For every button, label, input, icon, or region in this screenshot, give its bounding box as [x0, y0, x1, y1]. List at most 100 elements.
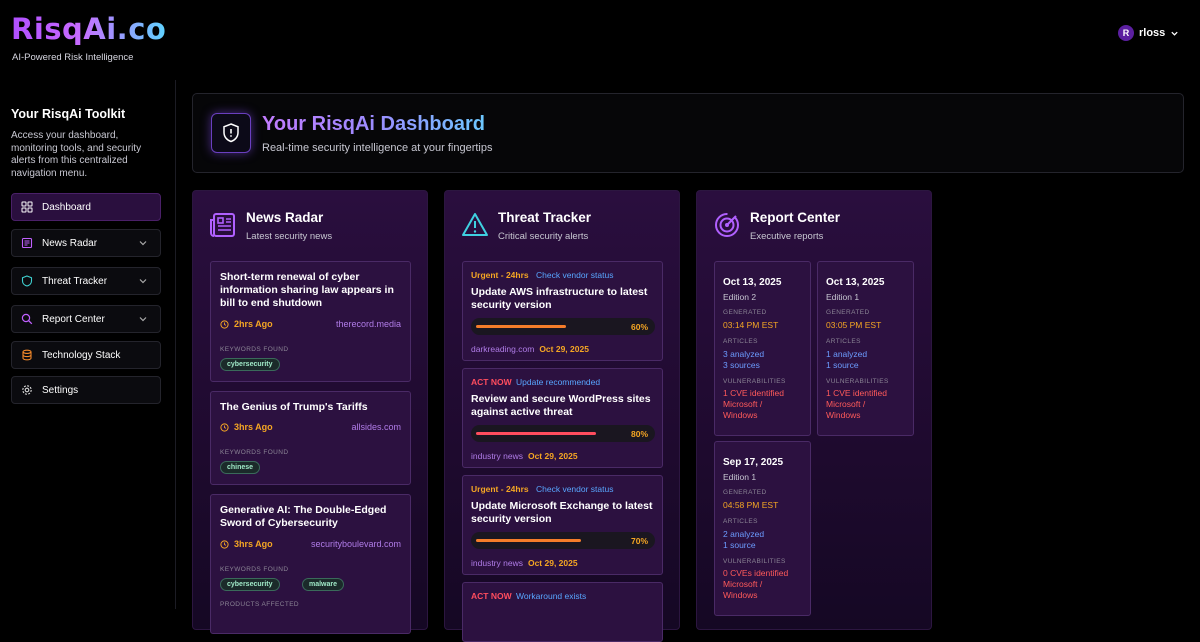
sidebar-item-technology-stack[interactable]: Technology Stack	[11, 341, 161, 369]
panel-title: News Radar	[246, 210, 324, 225]
chevron-down-icon	[1171, 31, 1178, 36]
report-card[interactable]: Sep 17, 2025 Edition 1 GENERATED 04:58 P…	[714, 441, 811, 616]
progress-fill	[476, 432, 596, 435]
action-link[interactable]: Update recommended	[516, 377, 600, 387]
chevron-down-icon[interactable]	[138, 276, 148, 286]
newspaper-icon	[210, 213, 235, 237]
articles-analyzed: 3 analyzed	[723, 349, 765, 359]
articles-analyzed: 1 analyzed	[826, 349, 868, 359]
logo[interactable]: RisqAi.co	[11, 12, 166, 46]
news-radar-panel: News Radar Latest security news Short-te…	[192, 190, 428, 634]
threat-card[interactable]: Urgent - 24hrs Check vendor status Updat…	[462, 261, 663, 361]
vulnerabilities-count: 1 CVE identified	[723, 388, 784, 398]
news-source[interactable]: allsides.com	[351, 422, 401, 432]
panel-title: Report Center	[750, 210, 841, 225]
threat-date: Oct 29, 2025	[539, 344, 589, 354]
chevron-down-icon[interactable]	[138, 314, 148, 324]
news-time: 3hrs Ago	[220, 422, 273, 432]
keyword-tag: chinese	[220, 461, 261, 474]
clock-icon	[220, 539, 229, 549]
generated-label: GENERATED	[723, 489, 767, 496]
chevron-down-icon[interactable]	[138, 238, 148, 248]
report-center-panel: Report Center Executive reports Oct 13, …	[696, 190, 932, 630]
report-card[interactable]: Oct 13, 2025 Edition 2 GENERATED 03:14 P…	[714, 261, 811, 436]
keyword-tag: malware	[302, 578, 345, 591]
affected-product: Windows	[723, 410, 758, 420]
risk-progress-bar: 60%	[471, 318, 655, 335]
sidebar-item-report-center[interactable]: Report Center	[11, 305, 161, 333]
risk-progress-bar: 70%	[471, 532, 655, 549]
sidebar-item-label: Threat Tracker	[42, 275, 108, 287]
threat-meta: industry news Oct 29, 2025	[471, 558, 578, 568]
threat-card[interactable]: Urgent - 24hrs Check vendor status Updat…	[462, 475, 663, 575]
news-time: 2hrs Ago	[220, 319, 273, 329]
threat-meta: industry news Oct 29, 2025	[471, 451, 578, 461]
news-card[interactable]: Short-term renewal of cyber information …	[210, 261, 411, 382]
news-title[interactable]: Short-term renewal of cyber information …	[220, 271, 400, 310]
affected-product: Microsoft /	[826, 399, 866, 409]
vulnerabilities-label: VULNERABILITIES	[826, 378, 889, 385]
news-source[interactable]: securityboulevard.com	[311, 539, 401, 549]
sidebar-item-label: Report Center	[42, 313, 105, 325]
gear-icon	[22, 385, 32, 395]
sidebar-item-label: Dashboard	[42, 201, 91, 213]
news-source[interactable]: therecord.media	[336, 319, 401, 329]
severity-badge: ACT NOW	[471, 377, 512, 387]
articles-sources: 3 sources	[723, 360, 760, 370]
news-title[interactable]: The Genius of Trump's Tariffs	[220, 401, 400, 414]
news-card[interactable]: The Genius of Trump's Tariffs 3hrs Ago a…	[210, 391, 411, 485]
report-date: Oct 13, 2025	[826, 277, 885, 288]
action-link[interactable]: Check vendor status	[536, 484, 613, 494]
affected-product: Windows	[723, 590, 758, 600]
report-card[interactable]: Oct 13, 2025 Edition 1 GENERATED 03:05 P…	[817, 261, 914, 436]
severity-badge: Urgent - 24hrs	[471, 484, 529, 494]
avatar: R	[1118, 25, 1134, 41]
report-date: Sep 17, 2025	[723, 457, 784, 468]
generated-label: GENERATED	[826, 309, 870, 316]
threat-title[interactable]: Review and secure WordPress sites agains…	[471, 393, 656, 419]
threat-meta: darkreading.com Oct 29, 2025	[471, 344, 589, 354]
database-icon	[22, 349, 32, 361]
sidebar-item-label: Settings	[42, 384, 79, 396]
panel-subtitle: Critical security alerts	[498, 231, 589, 242]
report-edition: Edition 1	[723, 472, 757, 482]
user-menu[interactable]: R rloss	[1118, 25, 1179, 41]
news-card[interactable]: Generative AI: The Double-Edged Sword of…	[210, 494, 411, 634]
threat-tracker-panel: Threat Tracker Critical security alerts …	[444, 190, 680, 642]
search-icon	[21, 313, 33, 325]
sidebar: Your RisqAi Toolkit Access your dashboar…	[0, 80, 176, 609]
vulnerabilities-count: 0 CVEs identified	[723, 568, 789, 578]
threat-card[interactable]: ACT NOW Workaround exists	[462, 582, 663, 642]
news-title[interactable]: Generative AI: The Double-Edged Sword of…	[220, 504, 400, 530]
sidebar-item-threat-tracker[interactable]: Threat Tracker	[11, 267, 161, 295]
articles-sources: 1 source	[723, 540, 756, 550]
user-name: rloss	[1139, 27, 1166, 39]
threat-card[interactable]: ACT NOW Update recommended Review and se…	[462, 368, 663, 468]
clock-icon	[220, 319, 229, 329]
threat-source[interactable]: industry news	[471, 451, 523, 461]
threat-title[interactable]: Update AWS infrastructure to latest secu…	[471, 286, 656, 312]
sidebar-item-news-radar[interactable]: News Radar	[11, 229, 161, 257]
affected-product: Microsoft /	[723, 579, 763, 589]
threat-date: Oct 29, 2025	[527, 558, 578, 568]
sidebar-item-label: News Radar	[42, 237, 98, 249]
report-edition: Edition 2	[723, 292, 757, 302]
panel-title: Threat Tracker	[498, 210, 592, 225]
sidebar-item-settings[interactable]: Settings	[11, 376, 161, 404]
vulnerabilities-label: VULNERABILITIES	[723, 378, 786, 385]
action-link[interactable]: Check vendor status	[536, 270, 613, 280]
progress-fill	[476, 325, 566, 328]
vulnerabilities-label: VULNERABILITIES	[723, 558, 786, 565]
radar-icon	[715, 213, 739, 237]
report-date: Oct 13, 2025	[723, 277, 782, 288]
shield-icon	[21, 275, 33, 287]
newspaper-icon	[21, 237, 33, 249]
threat-date: Oct 29, 2025	[527, 451, 578, 461]
threat-source[interactable]: darkreading.com	[471, 344, 534, 354]
generated-time: 04:58 PM EST	[723, 500, 779, 510]
progress-fill	[476, 539, 581, 542]
action-link[interactable]: Workaround exists	[516, 591, 586, 601]
sidebar-item-dashboard[interactable]: Dashboard	[11, 193, 161, 221]
threat-source[interactable]: industry news	[471, 558, 523, 568]
threat-title[interactable]: Update Microsoft Exchange to latest secu…	[471, 500, 656, 526]
